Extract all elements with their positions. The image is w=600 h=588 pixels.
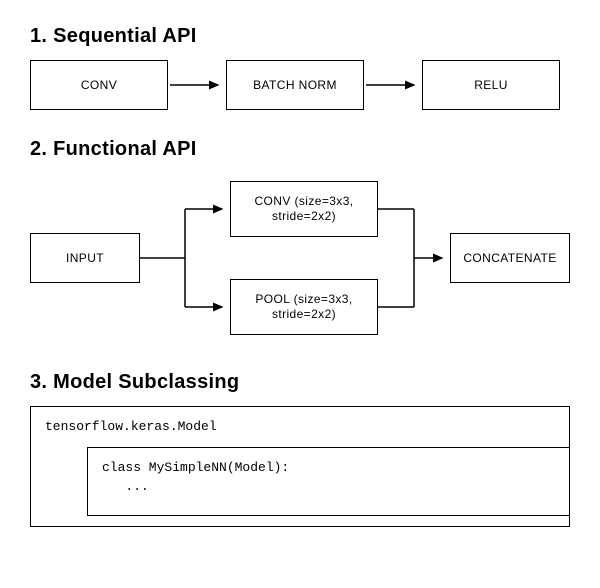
- conv-block: CONV: [30, 60, 168, 110]
- sequential-heading: 1. Sequential API: [30, 25, 570, 48]
- subclassing-heading: 3. Model Subclassing: [30, 371, 570, 394]
- pool-block: POOL (size=3x3, stride=2x2): [230, 279, 378, 335]
- sequential-api-section: 1. Sequential API CONV BATCH NORM RELU: [30, 25, 570, 110]
- functional-api-section: 2. Functional API INPUT CONV (size=3x3, …: [30, 138, 570, 343]
- relu-block: RELU: [422, 60, 560, 110]
- sequential-row: CONV BATCH NORM RELU: [30, 60, 570, 110]
- arrow-icon: [168, 60, 226, 110]
- conv-block: CONV (size=3x3, stride=2x2): [230, 181, 378, 237]
- functional-diagram: INPUT CONV (size=3x3, stride=2x2) POOL (…: [30, 173, 570, 343]
- model-subclassing-section: 3. Model Subclassing tensorflow.keras.Mo…: [30, 371, 570, 527]
- inner-code-box: class MySimpleNN(Model): ...: [87, 447, 569, 516]
- outer-class-label: tensorflow.keras.Model: [45, 417, 559, 437]
- arrow-icon: [364, 60, 422, 110]
- functional-heading: 2. Functional API: [30, 138, 570, 161]
- input-block: INPUT: [30, 233, 140, 283]
- batchnorm-block: BATCH NORM: [226, 60, 364, 110]
- outer-code-box: tensorflow.keras.Model class MySimpleNN(…: [30, 406, 570, 527]
- concatenate-block: CONCATENATE: [450, 233, 570, 283]
